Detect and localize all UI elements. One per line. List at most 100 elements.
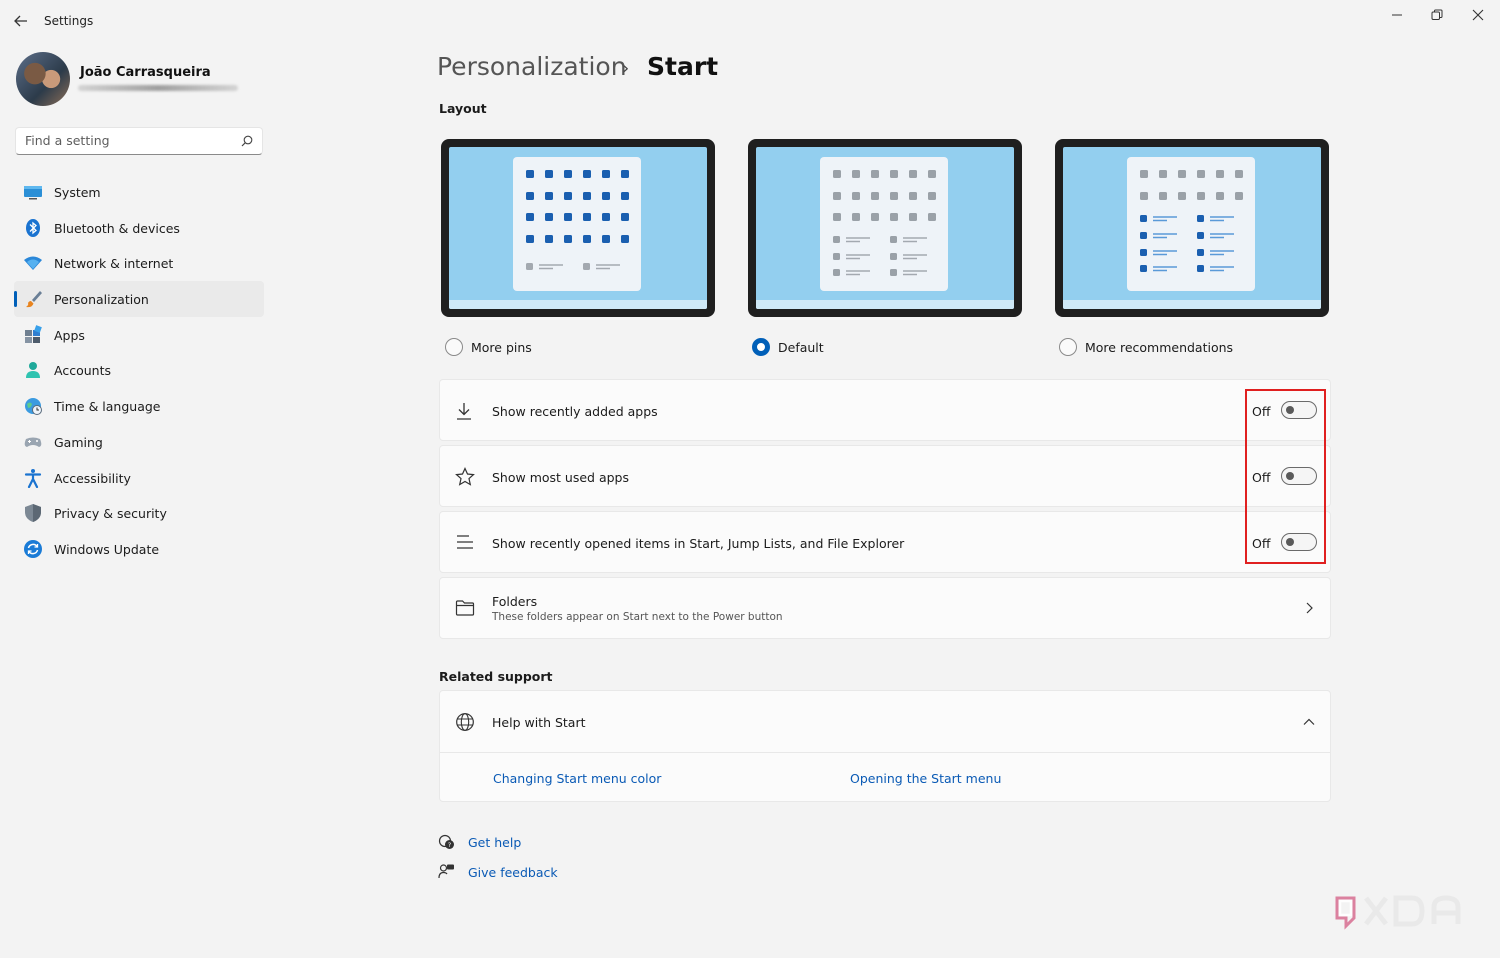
page-title: Start <box>647 52 719 81</box>
chevron-up-icon[interactable] <box>1303 717 1315 727</box>
sidebar-item-privacy[interactable]: Privacy & security <box>14 495 264 531</box>
layout-preview-default[interactable] <box>748 139 1022 317</box>
preview-taskbar <box>756 300 1014 309</box>
sidebar-item-apps[interactable]: Apps <box>14 317 264 353</box>
sidebar-item-network[interactable]: Network & internet <box>14 245 264 281</box>
setting-show-recently-opened-items[interactable]: Show recently opened items in Start, Jum… <box>439 511 1331 573</box>
gamepad-icon <box>24 437 42 447</box>
setting-folders[interactable]: Folders These folders appear on Start ne… <box>439 577 1331 639</box>
start-menu-preview <box>513 157 641 291</box>
list-icon <box>457 535 473 549</box>
breadcrumb-parent[interactable]: Personalization <box>437 52 627 81</box>
link-opening-start-menu[interactable]: Opening the Start menu <box>850 771 1001 786</box>
sidebar-item-label: Windows Update <box>54 541 160 557</box>
related-support-heading: Related support <box>439 669 553 684</box>
setting-label: Show recently added apps <box>492 404 658 419</box>
close-icon <box>1472 9 1484 21</box>
wifi-icon <box>24 256 42 271</box>
sidebar-item-windows-update[interactable]: Windows Update <box>14 531 264 567</box>
radio-label: Default <box>778 340 824 355</box>
radio-button-selected[interactable] <box>752 338 770 356</box>
radio-button[interactable] <box>445 338 463 356</box>
back-button[interactable] <box>10 10 32 32</box>
sidebar-item-accessibility[interactable]: Accessibility <box>14 460 264 496</box>
pins-grid-icon <box>526 170 629 270</box>
accessibility-icon <box>24 468 42 488</box>
start-menu-preview <box>1127 157 1255 291</box>
bluetooth-icon <box>26 218 40 237</box>
restore-icon <box>1431 9 1443 20</box>
setting-label: Show recently opened items in Start, Jum… <box>492 536 905 551</box>
sidebar-item-time-language[interactable]: Time & language <box>14 388 264 424</box>
sidebar-item-accounts[interactable]: Accounts <box>14 352 264 388</box>
recommendations-grid-icon <box>1140 170 1243 272</box>
breadcrumb-separator-icon: › <box>622 58 630 79</box>
sidebar-item-label: Apps <box>54 327 85 343</box>
system-icon <box>24 186 42 200</box>
sidebar-item-label: Bluetooth & devices <box>54 220 180 236</box>
xda-logo-watermark <box>1335 895 1461 930</box>
sidebar-nav: System Bluetooth & devices Network & int… <box>14 174 266 567</box>
folder-icon <box>455 600 475 616</box>
user-name: João Carrasqueira <box>80 65 211 80</box>
minimize-icon <box>1392 14 1402 16</box>
preview-screen <box>1063 147 1321 309</box>
radio-button[interactable] <box>1059 338 1077 356</box>
sidebar-item-label: Network & internet <box>54 256 174 272</box>
back-arrow-icon <box>14 15 27 27</box>
star-icon <box>455 467 475 486</box>
default-grid-icon <box>833 170 936 276</box>
radio-label: More recommendations <box>1085 340 1234 355</box>
restore-button[interactable] <box>1417 3 1457 27</box>
help-with-start-header[interactable]: Help with Start <box>440 691 1330 753</box>
help-with-start-panel: Help with Start Changing Start menu colo… <box>439 690 1331 802</box>
setting-description: These folders appear on Start next to th… <box>492 611 783 623</box>
sidebar-item-label: Gaming <box>54 434 103 450</box>
search-icon[interactable] <box>241 135 253 147</box>
sidebar-item-label: Privacy & security <box>54 506 167 522</box>
sidebar-item-personalization[interactable]: Personalization <box>14 281 264 317</box>
sidebar-item-label: Personalization <box>54 292 149 308</box>
give-feedback-link[interactable]: Give feedback <box>468 865 558 880</box>
setting-label: Show most used apps <box>492 470 629 485</box>
help-with-start-label: Help with Start <box>492 715 586 730</box>
radio-label: More pins <box>471 340 532 355</box>
setting-label: Folders <box>492 594 538 609</box>
start-menu-preview <box>820 157 948 291</box>
layout-heading: Layout <box>439 101 487 116</box>
chevron-right-icon <box>1306 602 1313 614</box>
shield-icon <box>25 504 41 523</box>
sidebar-item-label: Accounts <box>54 363 111 379</box>
search-box[interactable] <box>15 127 263 155</box>
search-input[interactable] <box>25 133 225 148</box>
sidebar-item-gaming[interactable]: Gaming <box>14 424 264 460</box>
sidebar-item-bluetooth[interactable]: Bluetooth & devices <box>14 210 264 246</box>
link-changing-start-menu-color[interactable]: Changing Start menu color <box>493 771 661 786</box>
update-icon <box>24 539 42 558</box>
sidebar-item-label: System <box>54 185 101 200</box>
feedback-icon <box>438 864 454 879</box>
avatar[interactable] <box>16 52 70 106</box>
preview-taskbar <box>449 300 707 309</box>
setting-show-most-used-apps[interactable]: Show most used apps Off <box>439 445 1331 507</box>
accounts-icon <box>26 362 40 379</box>
layout-preview-more-recommendations[interactable] <box>1055 139 1329 317</box>
layout-preview-more-pins[interactable] <box>441 139 715 317</box>
minimize-button[interactable] <box>1377 3 1417 27</box>
svg-text:?: ? <box>448 841 451 849</box>
preview-screen <box>756 147 1014 309</box>
annotation-highlight-box <box>1245 389 1326 564</box>
close-button[interactable] <box>1458 3 1498 27</box>
globe-clock-icon <box>25 398 42 416</box>
preview-screen <box>449 147 707 309</box>
sidebar-item-label: Accessibility <box>54 470 131 486</box>
app-title: Settings <box>44 14 94 28</box>
sidebar-item-system[interactable]: System <box>14 174 264 210</box>
preview-taskbar <box>1063 300 1321 309</box>
get-help-link[interactable]: Get help <box>468 835 521 850</box>
user-email-redacted <box>78 85 238 91</box>
sidebar-item-label: Time & language <box>54 399 161 415</box>
apps-icon <box>25 324 42 343</box>
setting-show-recently-added-apps[interactable]: Show recently added apps Off <box>439 379 1331 441</box>
get-help-icon: ? <box>438 834 454 849</box>
